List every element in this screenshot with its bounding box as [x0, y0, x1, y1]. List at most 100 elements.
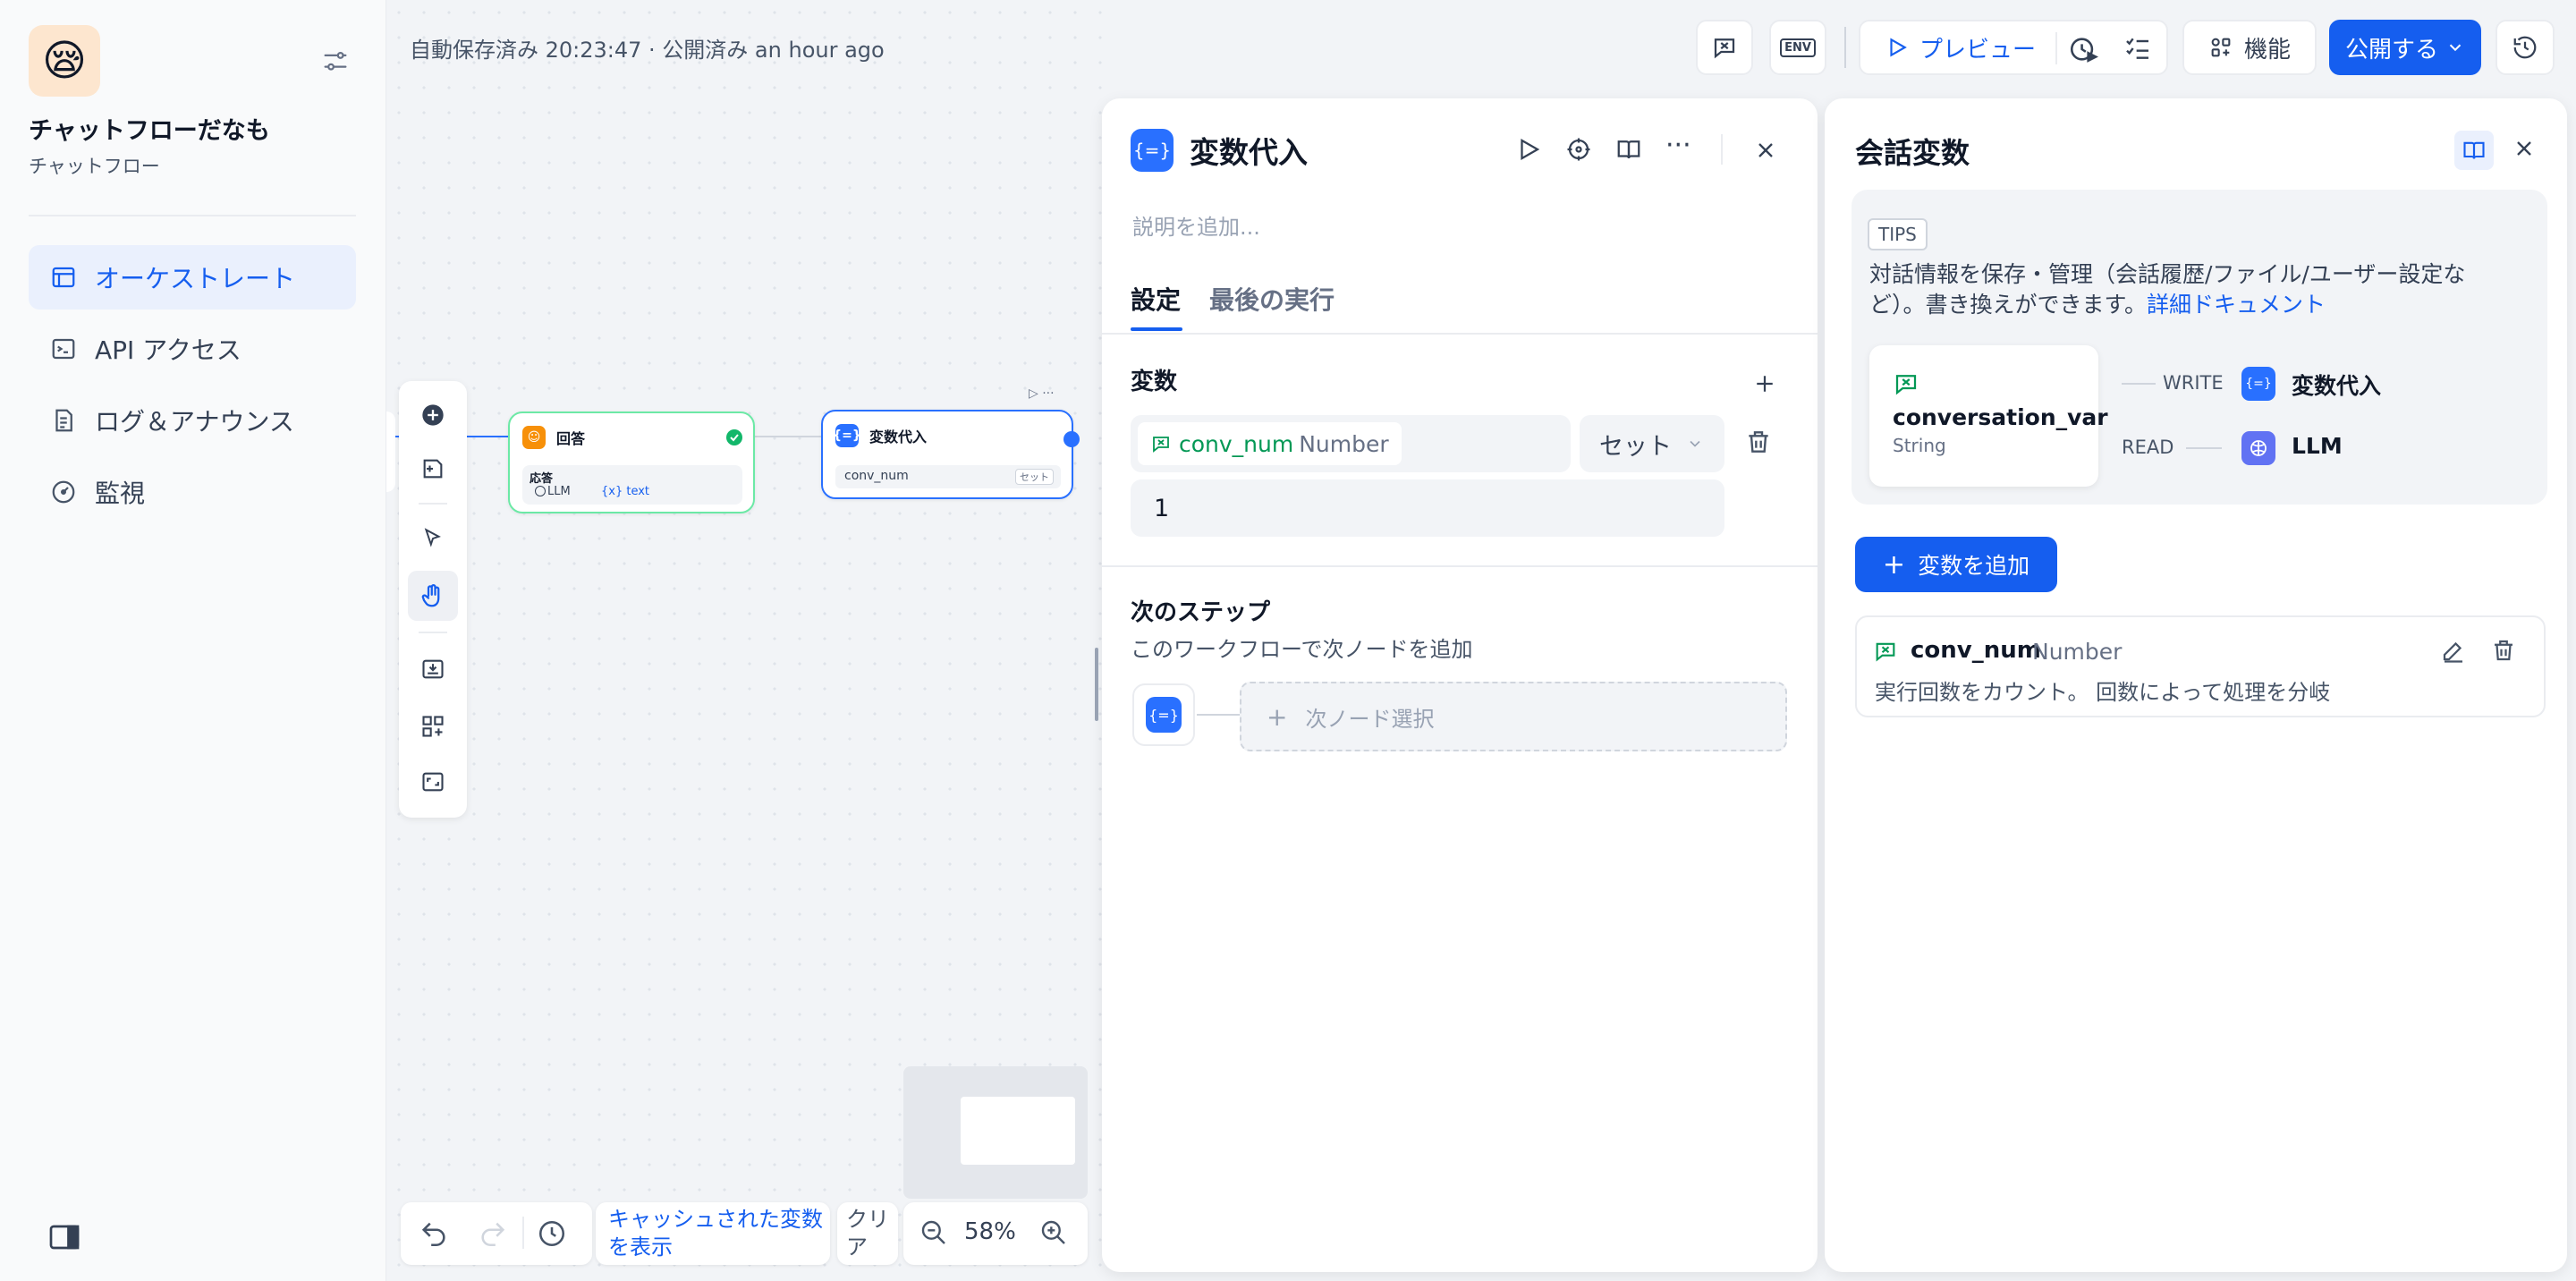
layout-icon: [52, 267, 75, 288]
history-icon[interactable]: [537, 1218, 567, 1249]
assign-icon: {=}: [833, 424, 861, 447]
minimap-viewport: [961, 1097, 1075, 1165]
node-mini-actions[interactable]: ▷ ···: [1029, 386, 1055, 401]
var-name: conv_num: [1911, 637, 2041, 664]
description-input[interactable]: 説明を追加...: [1132, 209, 1260, 241]
panel-resize-handle[interactable]: [1095, 648, 1098, 721]
features-button[interactable]: 機能: [2182, 20, 2317, 75]
conversation-vars-button[interactable]: [1696, 20, 1753, 75]
pointer-icon[interactable]: [408, 513, 458, 564]
tab-last-run[interactable]: 最後の実行: [1209, 281, 1335, 317]
assign-icon: {=}: [1131, 129, 1174, 172]
nav-item-logs[interactable]: ログ＆アナウンス: [29, 388, 356, 453]
nav-label: 監視: [95, 479, 146, 508]
plus-icon: +: [1267, 701, 1288, 732]
zoom-out-icon[interactable]: [919, 1218, 948, 1247]
llm-icon: [2241, 431, 2275, 465]
tips-text: 対話情報を保存・管理（会話履歴/ファイル/ユーザー設定など）。書き換えができます…: [1869, 261, 2466, 318]
variable-selector[interactable]: conv_num Number: [1131, 415, 1571, 472]
add-note-icon[interactable]: [408, 444, 458, 494]
fullscreen-icon[interactable]: [408, 757, 458, 807]
nav-label: オーケストレート: [95, 264, 296, 293]
conversation-var-icon: [1893, 370, 1919, 397]
next-step-desc: このワークフローで次ノードを追加: [1131, 637, 1473, 662]
app-icon: 😪: [29, 25, 100, 97]
read-label: READ: [2122, 437, 2174, 458]
more-icon[interactable]: ···: [1665, 132, 1691, 159]
answer-node[interactable]: ☺ 回答 応答 LLM {x} text: [508, 411, 755, 513]
node-title: 回答: [556, 430, 586, 447]
llm-icon: [535, 486, 546, 496]
assign-icon: {=}: [2241, 367, 2275, 401]
app-type: チャットフロー: [29, 156, 160, 177]
show-cached-vars-link[interactable]: キャッシュされた変数を表示: [608, 1206, 823, 1261]
undo-icon[interactable]: [419, 1218, 449, 1249]
assign-op: セット: [1015, 469, 1054, 485]
book-icon[interactable]: [1615, 136, 1642, 163]
operation-select[interactable]: セット: [1580, 415, 1724, 472]
value-input[interactable]: 1: [1131, 479, 1724, 537]
cache-bar: キャッシュされた変数を表示: [596, 1202, 830, 1265]
read-node-name: LLM: [2292, 433, 2343, 459]
target-icon[interactable]: [1565, 136, 1592, 163]
add-node-icon[interactable]: [408, 390, 458, 440]
env-button[interactable]: ENV: [1769, 20, 1826, 75]
response-label: 応答: [530, 472, 554, 486]
select-next-node-button[interactable]: + 次ノード選択: [1240, 682, 1787, 751]
features-icon: [2211, 38, 2231, 57]
preview-button[interactable]: プレビュー: [1919, 31, 2036, 64]
close-icon[interactable]: [1753, 138, 1778, 163]
conversation-var-item[interactable]: conv_num Number 実行回数をカウント。 回数によって処理を分岐: [1855, 615, 2546, 717]
write-node-name: 変数代入: [2292, 373, 2382, 399]
run-node-icon[interactable]: [1515, 136, 1542, 163]
assign-icon: {=}: [1146, 697, 1182, 733]
tips-badge: TIPS: [1868, 218, 1928, 250]
clear-bar: クリア: [837, 1202, 898, 1265]
add-conversation-var-button[interactable]: + 変数を追加: [1855, 537, 2057, 592]
node-add-handle[interactable]: [1063, 431, 1080, 447]
hand-icon[interactable]: [408, 571, 458, 621]
card-var-name: conversation_var: [1893, 404, 2108, 430]
chevron-down-icon: [1690, 440, 1700, 447]
zoom-level[interactable]: 58%: [964, 1218, 1016, 1245]
variables-label: 変数: [1131, 369, 1178, 395]
collapse-sidebar-icon[interactable]: [48, 1224, 80, 1251]
export-image-icon[interactable]: [408, 644, 458, 694]
current-node-chip: {=}: [1132, 683, 1195, 746]
zoom-controls: 58%: [903, 1202, 1088, 1265]
nav-item-api-access[interactable]: API アクセス: [29, 317, 356, 381]
edit-icon[interactable]: [2440, 637, 2467, 664]
version-history-button[interactable]: [2496, 20, 2555, 75]
assign-node[interactable]: {=} 変数代入 conv_num セット: [821, 410, 1080, 499]
nav-item-monitoring[interactable]: 監視: [29, 460, 356, 524]
run-history-icon[interactable]: [2068, 34, 2098, 64]
clear-button[interactable]: クリア: [846, 1206, 893, 1261]
autosave-status: 自動保存済み 20:23:47 · 公開済み an hour ago: [410, 38, 885, 63]
sidebar: 😪 チャットフローだなも チャットフロー オーケストレート API アクセス ロ…: [0, 0, 386, 1281]
zoom-in-icon[interactable]: [1039, 1218, 1068, 1247]
chevron-down-icon: [2449, 44, 2462, 52]
conversation-var-icon: [1873, 639, 1898, 664]
settings-sliders-icon[interactable]: [320, 47, 351, 77]
tab-settings[interactable]: 設定: [1131, 281, 1181, 317]
book-icon[interactable]: [2454, 131, 2494, 170]
checklist-icon[interactable]: [2123, 34, 2152, 63]
publish-button[interactable]: 公開する: [2329, 20, 2481, 75]
docs-link[interactable]: 詳細ドキュメント: [2147, 292, 2326, 318]
close-icon[interactable]: [2512, 136, 2537, 161]
add-variable-icon[interactable]: [1751, 370, 1778, 397]
nav-item-orchestrate[interactable]: オーケストレート: [29, 245, 356, 310]
success-check-icon: [726, 429, 742, 445]
panel-title[interactable]: 変数代入: [1190, 129, 1308, 172]
llm-tag: LLM: [547, 485, 571, 498]
preview-group: プレビュー: [1859, 20, 2168, 75]
var-tag: {x} text: [601, 485, 650, 498]
minimap[interactable]: [903, 1066, 1088, 1199]
delete-icon[interactable]: [1744, 428, 1773, 456]
play-icon: [1890, 38, 1907, 57]
write-label: WRITE: [2163, 372, 2224, 394]
redo-icon[interactable]: [478, 1218, 508, 1249]
organize-blocks-icon[interactable]: [408, 701, 458, 751]
next-step-title: 次のステップ: [1131, 599, 1271, 626]
delete-icon[interactable]: [2490, 637, 2517, 664]
